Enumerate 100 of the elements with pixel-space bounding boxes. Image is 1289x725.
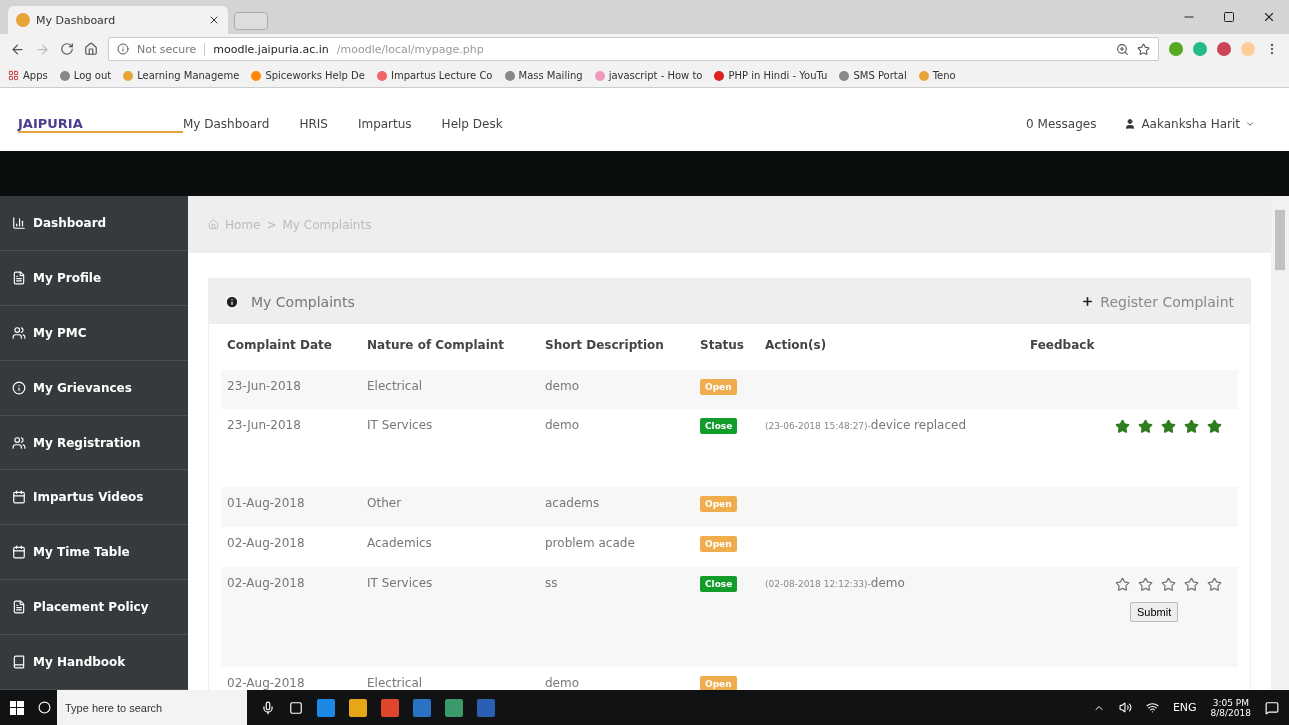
plus-icon [1081, 295, 1095, 308]
site-icon [714, 70, 725, 81]
site-logo[interactable]: JAIPURIA [18, 115, 183, 133]
table-cell-text: 23-Jun-2018 [226, 417, 302, 434]
browser-tab[interactable]: My Dashboard [8, 6, 228, 34]
grid-icon [8, 70, 19, 81]
windows-logo-icon[interactable] [10, 700, 24, 715]
nav-link[interactable]: Help Desk [441, 117, 503, 131]
chart-icon [12, 215, 26, 230]
column-header: Complaint Date [226, 337, 333, 354]
status-badge: Close [700, 418, 738, 434]
nav-link[interactable]: HRIS [299, 117, 328, 131]
home-icon [208, 219, 219, 230]
site-icon [504, 70, 515, 81]
column-header: Short Description [544, 337, 665, 354]
site-icon [16, 13, 30, 27]
table-cell-text: 01-Aug-2018 [226, 495, 306, 512]
info-icon [225, 294, 239, 309]
rating-star-icon[interactable] [1138, 577, 1153, 592]
breadcrumb-separator: > [266, 217, 277, 232]
submit-button[interactable]: Submit [1130, 602, 1179, 622]
url-path: /moodle/local/mypage.php [336, 42, 484, 56]
user-menu[interactable]: Aakanksha Harit [1124, 117, 1255, 131]
action-note: (02-08-2018 12:12:33)-demo [765, 576, 905, 590]
caret-icon [1245, 119, 1255, 129]
app-icon[interactable] [445, 698, 463, 717]
rating-star-icon[interactable] [1138, 419, 1153, 434]
table-cell-text: Other [366, 495, 403, 512]
calendar-icon [12, 490, 26, 505]
rating-star-icon[interactable] [1161, 577, 1176, 592]
close-icon[interactable] [208, 14, 220, 26]
site-icon [918, 70, 929, 81]
volume-icon[interactable] [1118, 701, 1132, 714]
bookmark-link[interactable]: SMS Portal [839, 70, 907, 81]
home-icon[interactable] [84, 42, 98, 56]
clock[interactable]: 3:05 PM 8/8/2018 [1210, 697, 1251, 718]
app-icon[interactable] [317, 698, 335, 717]
bookmark-link[interactable]: Impartus Lecture Co [376, 70, 493, 81]
nav-link[interactable]: My Dashboard [183, 117, 270, 131]
bookmark-star-icon[interactable] [1137, 42, 1150, 56]
file-icon [12, 270, 26, 285]
rating-star-icon[interactable] [1115, 577, 1130, 592]
status-badge: Open [700, 379, 737, 395]
restore-icon [1223, 11, 1235, 23]
panel-title: My Complaints [251, 293, 355, 310]
bookmark-link[interactable]: Spiceworks Help De [251, 70, 365, 81]
scrollbar[interactable] [1271, 196, 1289, 690]
table-cell-text: IT Services [366, 417, 434, 434]
bookmark-link[interactable]: Mass Mailing [504, 70, 583, 81]
site-icon [251, 70, 262, 81]
zoom-icon[interactable] [1116, 42, 1129, 56]
file-icon [12, 600, 26, 615]
bookmark-link[interactable]: PHP in Hindi - YouTu [714, 70, 828, 81]
action-note: (23-06-2018 15:48:27)-device replaced [765, 418, 967, 432]
table-cell-text: 02-Aug-2018 [226, 535, 306, 552]
site-icon [376, 70, 387, 81]
taskbar-search-field[interactable]: Type here to search [57, 690, 247, 725]
table-cell-text: ss [544, 575, 559, 592]
url-host: moodle.jaipuria.ac.in [213, 42, 329, 56]
app-icon[interactable] [381, 698, 399, 717]
microphone-icon[interactable] [261, 700, 275, 715]
app-icon[interactable] [349, 698, 367, 717]
status-badge: Open [700, 536, 737, 552]
rating-star-icon[interactable] [1184, 419, 1199, 434]
notification-icon[interactable] [1265, 700, 1279, 715]
security-label: Not secure [137, 42, 206, 56]
address-bar[interactable]: Not secure moodle.jaipuria.ac.in /moodle/local/mypage.php [108, 37, 1159, 61]
info-icon [117, 43, 129, 55]
table-cell-text: Electrical [366, 675, 424, 690]
site-icon [123, 70, 134, 81]
nav-link[interactable]: Impartus [357, 117, 412, 131]
reload-icon[interactable] [60, 42, 74, 56]
site-icon [594, 70, 605, 81]
table-cell-text: 23-Jun-2018 [226, 378, 302, 395]
rating-star-icon[interactable] [1115, 419, 1130, 434]
calendar-icon [12, 545, 26, 560]
messages-link[interactable]: 0 Messages [1026, 117, 1097, 131]
bookmark-link[interactable]: Learning Manageme [123, 70, 240, 81]
table-cell-text: demo [544, 675, 581, 690]
language-indicator[interactable]: ENG [1172, 701, 1197, 714]
app-icon[interactable] [413, 698, 431, 717]
user-icon [1124, 118, 1137, 130]
site-icon [839, 70, 850, 81]
rating-star-icon[interactable] [1207, 419, 1222, 434]
network-icon[interactable] [1145, 701, 1159, 714]
extension-icon[interactable] [1169, 42, 1183, 56]
status-badge: Open [700, 676, 737, 690]
bookmark-link[interactable]: Log out [59, 70, 112, 81]
status-badge: Close [700, 576, 738, 592]
table-cell-text: demo [544, 378, 581, 395]
table-cell-text: Electrical [366, 378, 424, 395]
rating-star-icon[interactable] [1161, 419, 1176, 434]
bookmark-link[interactable]: javascript - How to [594, 70, 703, 81]
rating-star-icon[interactable] [1184, 577, 1199, 592]
bookmark-link[interactable]: Apps [8, 70, 48, 81]
task-view-icon[interactable] [289, 700, 303, 715]
bookmark-link[interactable]: Teno [918, 70, 956, 81]
extension-icon[interactable] [1217, 42, 1231, 56]
back-icon[interactable] [10, 41, 25, 57]
rating-star-icon[interactable] [1207, 577, 1222, 592]
